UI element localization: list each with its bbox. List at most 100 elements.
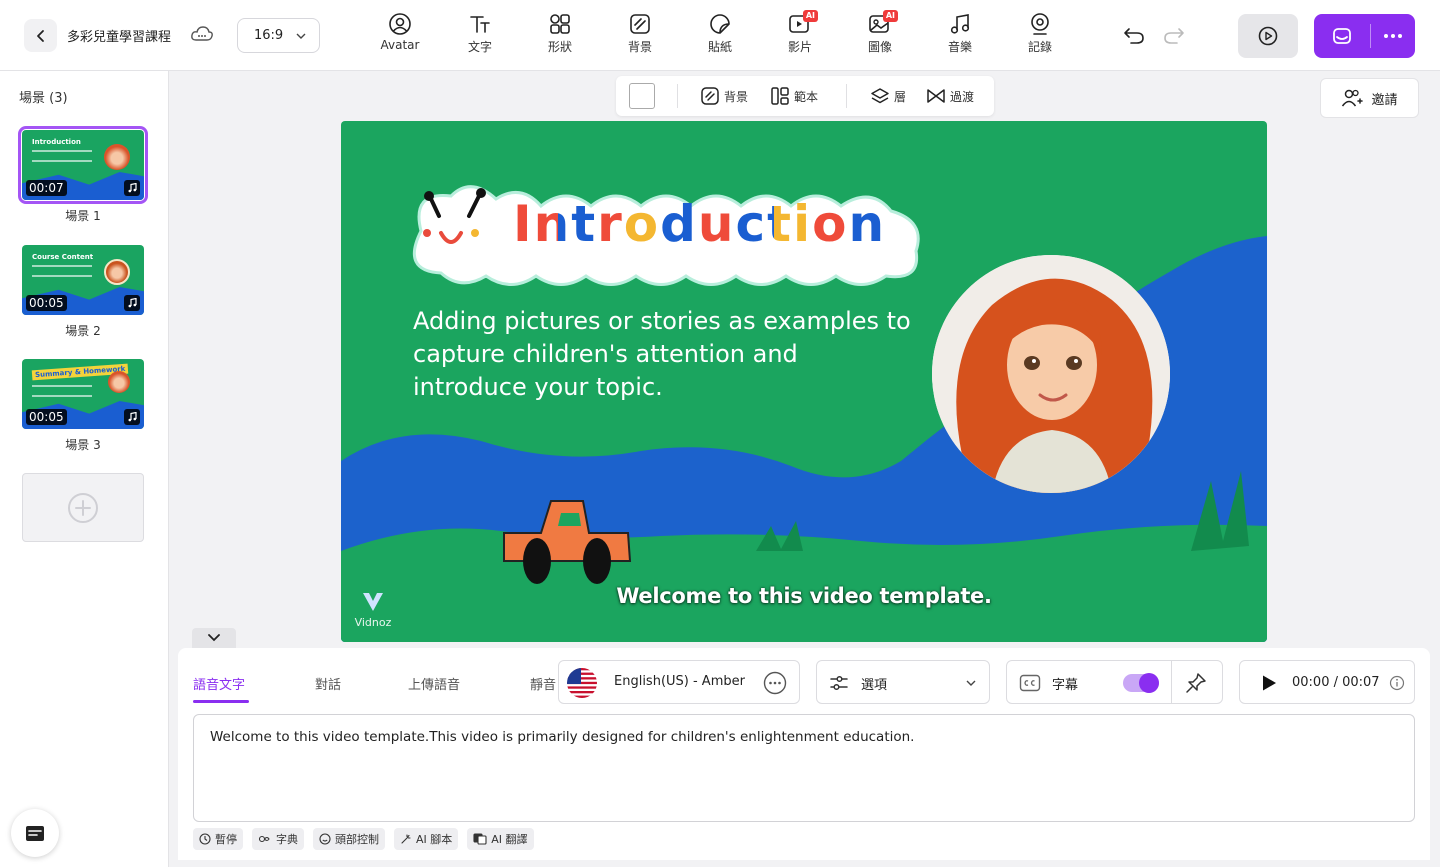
play-icon[interactable] bbox=[1260, 674, 1278, 692]
more-horizontal-icon bbox=[1384, 34, 1402, 38]
tool-label: 影片 bbox=[787, 40, 812, 54]
tool-label: 文字 bbox=[467, 40, 492, 54]
script-panel: 語音文字 對話 上傳語音 靜音 English(US) - Amber 選項 字… bbox=[178, 648, 1430, 860]
voice-select[interactable]: English(US) - Amber bbox=[558, 660, 800, 704]
thumb-text-lines bbox=[32, 150, 92, 162]
tool-label: 貼紙 bbox=[707, 40, 732, 54]
project-title[interactable]: 多彩兒童學習課程 bbox=[67, 26, 171, 45]
transition-icon bbox=[927, 89, 945, 103]
captions-label: 字幕 bbox=[1052, 678, 1079, 693]
tool-label: 音樂 bbox=[947, 40, 972, 54]
ai-badge: AI bbox=[802, 10, 818, 22]
tool-sticker[interactable]: 貼紙 bbox=[690, 12, 750, 60]
preview-button[interactable] bbox=[1238, 14, 1298, 58]
cloud-sync-icon bbox=[190, 24, 214, 48]
more-horizontal-icon[interactable] bbox=[763, 671, 787, 695]
options-label: 選項 bbox=[861, 678, 888, 693]
ai-script-chip[interactable]: AI 腳本 bbox=[394, 828, 459, 850]
info-icon[interactable] bbox=[1389, 675, 1405, 691]
tool-text[interactable]: 文字 bbox=[450, 12, 510, 60]
plus-circle-icon bbox=[68, 492, 98, 523]
more-options-button[interactable] bbox=[1371, 14, 1415, 58]
chip-label: 頭部控制 bbox=[335, 833, 379, 846]
feedback-button[interactable] bbox=[11, 809, 59, 857]
back-button[interactable] bbox=[24, 19, 57, 52]
scene-duration: 00:05 bbox=[26, 295, 67, 311]
canvas-background-label: 背景 bbox=[724, 89, 749, 104]
chip-label: 暫停 bbox=[215, 833, 237, 846]
caption-style-pin-icon[interactable] bbox=[1184, 671, 1208, 695]
thumb-avatar bbox=[104, 144, 130, 170]
divider bbox=[1171, 661, 1172, 703]
magic-wand-icon bbox=[401, 834, 411, 844]
pronunciation-icon bbox=[258, 835, 270, 843]
redo-icon bbox=[1164, 28, 1184, 44]
shapes-icon bbox=[550, 14, 570, 34]
pause-chip[interactable]: 暫停 bbox=[193, 828, 243, 850]
avatar-portrait[interactable] bbox=[932, 255, 1170, 493]
caption-controls: 字幕 bbox=[1006, 660, 1223, 704]
tool-background[interactable]: 背景 bbox=[610, 12, 670, 60]
divider bbox=[846, 84, 847, 108]
record-icon bbox=[1031, 13, 1049, 35]
tab-text-to-speech[interactable]: 語音文字 bbox=[193, 674, 245, 693]
slide-title[interactable]: Introduction bbox=[513, 195, 886, 253]
captions-toggle[interactable] bbox=[1123, 673, 1159, 693]
generate-button[interactable] bbox=[1314, 14, 1370, 58]
template-button[interactable]: 範本 bbox=[770, 86, 818, 106]
undo-button[interactable] bbox=[1122, 25, 1146, 49]
script-textarea[interactable]: Welcome to this video template.This vide… bbox=[193, 714, 1415, 822]
us-flag-icon bbox=[567, 668, 597, 698]
title-text: Introduction bbox=[513, 195, 887, 253]
divider bbox=[677, 84, 678, 108]
tab-upload-audio[interactable]: 上傳語音 bbox=[408, 674, 460, 693]
watermark-text: Vidnoz bbox=[354, 616, 392, 629]
slide-canvas[interactable]: Introduction Adding pictures or stories … bbox=[341, 121, 1267, 642]
thumb-title: Course Content bbox=[32, 253, 94, 261]
aspect-ratio-value: 16:9 bbox=[254, 28, 284, 43]
template-icon bbox=[771, 87, 789, 105]
ai-translate-chip[interactable]: AI 翻譯 bbox=[467, 828, 534, 850]
scene-thumbnail-3[interactable]: Summary & Homework 00:05 bbox=[22, 359, 144, 429]
collapse-panel-button[interactable] bbox=[192, 628, 236, 648]
invite-button[interactable]: 邀請 bbox=[1320, 78, 1419, 118]
thumb-title: Introduction bbox=[32, 138, 81, 146]
add-scene-button[interactable] bbox=[22, 473, 144, 542]
options-select[interactable]: 選項 bbox=[816, 660, 990, 704]
script-tools: 暫停 字典 頭部控制 AI 腳本 AI 翻譯 bbox=[193, 828, 543, 850]
scene-thumbnail-2[interactable]: Course Content 00:05 bbox=[22, 245, 144, 315]
canvas-background-button[interactable]: 背景 bbox=[700, 86, 748, 106]
music-icon bbox=[950, 14, 970, 34]
translate-icon bbox=[473, 833, 487, 845]
tab-dialogue[interactable]: 對話 bbox=[315, 674, 341, 693]
transition-button[interactable]: 過渡 bbox=[926, 86, 974, 106]
tool-video[interactable]: AI 影片 bbox=[770, 10, 830, 60]
slide-body-text[interactable]: Adding pictures or stories as examples t… bbox=[413, 305, 913, 404]
tool-record[interactable]: 記錄 bbox=[1010, 12, 1070, 60]
thumb-text-lines bbox=[32, 385, 92, 397]
tool-label: 圖像 bbox=[867, 40, 892, 54]
undo-icon bbox=[1124, 28, 1144, 44]
chip-label: AI 腳本 bbox=[416, 833, 453, 846]
aspect-ratio-select[interactable]: 16:9 bbox=[237, 18, 320, 53]
toggle-knob bbox=[1139, 673, 1159, 693]
tool-music[interactable]: 音樂 bbox=[930, 12, 990, 60]
layer-label: 層 bbox=[894, 89, 907, 104]
tool-avatar[interactable]: Avatar bbox=[370, 12, 430, 60]
thumb-avatar bbox=[104, 259, 130, 285]
avatar-icon bbox=[389, 13, 411, 35]
scene-label: 場景 1 bbox=[65, 209, 101, 223]
chevron-down-icon bbox=[296, 33, 306, 39]
dictionary-chip[interactable]: 字典 bbox=[252, 828, 304, 850]
background-color-swatch[interactable] bbox=[629, 83, 655, 109]
inbox-icon bbox=[1333, 28, 1351, 44]
layer-button[interactable]: 層 bbox=[870, 86, 906, 106]
music-icon bbox=[124, 295, 140, 311]
redo-button[interactable] bbox=[1162, 25, 1186, 49]
head-control-chip[interactable]: 頭部控制 bbox=[313, 828, 385, 850]
tool-image[interactable]: AI 圖像 bbox=[850, 10, 910, 60]
tool-shapes[interactable]: 形狀 bbox=[530, 12, 590, 60]
transition-label: 過渡 bbox=[950, 89, 975, 104]
scene-thumbnail-1[interactable]: Introduction 00:07 bbox=[18, 126, 148, 204]
tab-mute[interactable]: 靜音 bbox=[530, 674, 556, 693]
